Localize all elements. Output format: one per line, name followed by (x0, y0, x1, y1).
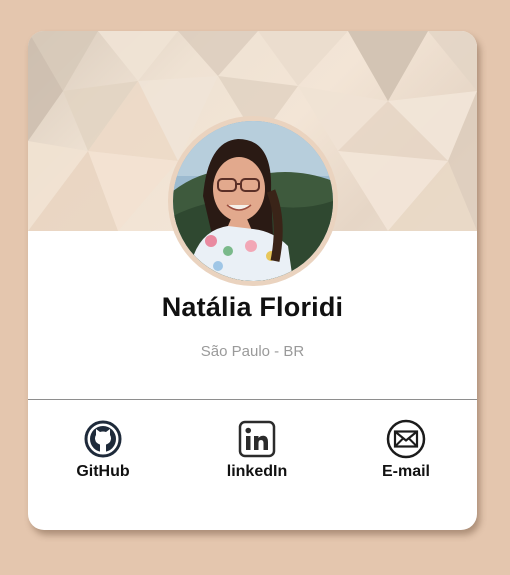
linkedin-icon (238, 420, 276, 458)
avatar (173, 121, 333, 281)
github-label: GitHub (76, 463, 130, 480)
linkedin-link[interactable]: linkedIn (202, 419, 312, 481)
profile-name: Natália Floridi (161, 292, 344, 322)
email-label: E-mail (381, 463, 430, 480)
github-icon (84, 420, 122, 458)
email-icon (386, 419, 426, 459)
linkedin-label: linkedIn (226, 463, 288, 480)
email-link[interactable]: E-mail (351, 419, 461, 481)
profile-card: Natália Floridi São Paulo - BR GitHub li… (28, 31, 477, 530)
github-link[interactable]: GitHub (48, 419, 158, 481)
profile-location: São Paulo - BR (200, 343, 305, 360)
avatar-frame (168, 116, 338, 286)
divider (28, 399, 477, 400)
